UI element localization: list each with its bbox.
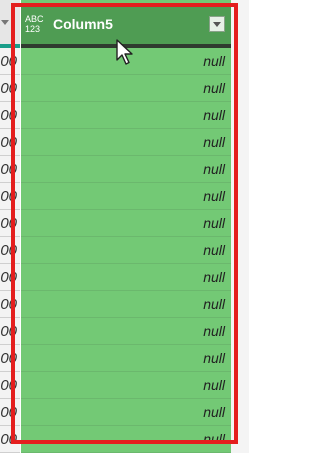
table-cell[interactable]: null	[21, 102, 231, 129]
cell-value: null	[203, 188, 225, 204]
cell-value: 00	[0, 215, 17, 232]
previous-column-cell[interactable]: 00	[0, 291, 20, 318]
cell-value: 00	[0, 269, 17, 286]
cell-value: null	[203, 377, 225, 393]
cell-value: 00	[0, 134, 17, 151]
filter-dropdown-button[interactable]	[209, 16, 225, 32]
cell-value: 00	[0, 431, 17, 448]
previous-column-cell[interactable]: 00	[0, 48, 20, 75]
table-cell[interactable]: null	[21, 291, 231, 318]
cell-value: 00	[0, 404, 17, 421]
type-icon-number: 123	[25, 24, 41, 34]
previous-column-cell[interactable]: 00	[0, 264, 20, 291]
table-cell[interactable]: null	[21, 318, 231, 345]
cell-value: null	[203, 404, 225, 420]
cell-value: null	[203, 296, 225, 312]
table-cell[interactable]: null	[21, 264, 231, 291]
previous-column-cell[interactable]: 00	[0, 399, 20, 426]
previous-column-cell[interactable]: 00	[0, 102, 20, 129]
mouse-pointer-icon	[116, 39, 133, 65]
cell-value: null	[203, 134, 225, 150]
type-icon-text: ABC	[25, 14, 44, 24]
cell-value: 00	[0, 242, 17, 259]
cell-value: null	[203, 323, 225, 339]
cell-value: null	[203, 53, 225, 69]
cell-value: null	[203, 215, 225, 231]
previous-column-cell[interactable]: 00	[0, 129, 20, 156]
table-cell[interactable]: null	[21, 75, 231, 102]
previous-column-cell[interactable]: 00	[0, 156, 20, 183]
cell-value: null	[203, 350, 225, 366]
column-title: Column5	[53, 16, 113, 32]
cell-value: 00	[0, 350, 17, 367]
previous-column-cell[interactable]: 00	[0, 426, 20, 453]
text-number-type-icon[interactable]: ABC 123	[25, 14, 47, 34]
cell-value: 00	[0, 377, 17, 394]
previous-column-header[interactable]	[0, 0, 20, 44]
table-cell[interactable]: null	[21, 372, 231, 399]
previous-column-cell[interactable]: 00	[0, 183, 20, 210]
table-cell[interactable]: null	[21, 183, 231, 210]
cell-value: null	[203, 107, 225, 123]
table-cell[interactable]: null	[21, 426, 231, 453]
previous-column: 00 00 00 00 00 00 00 00 00 00 00 00 00 00 00	[0, 0, 20, 453]
chevron-down-icon	[213, 22, 221, 27]
table-cell[interactable]: null	[21, 237, 231, 264]
cell-value: 00	[0, 53, 17, 70]
cell-value: 00	[0, 80, 17, 97]
cell-value: 00	[0, 107, 17, 124]
next-column-area	[231, 0, 249, 453]
cell-value: 00	[0, 161, 17, 178]
cell-value: 00	[0, 323, 17, 340]
cell-value: 00	[0, 296, 17, 313]
cell-value: null	[203, 242, 225, 258]
cell-value: null	[203, 161, 225, 177]
cell-value: null	[203, 269, 225, 285]
table-cell[interactable]: null	[21, 399, 231, 426]
table-cell[interactable]: null	[21, 156, 231, 183]
table-cell[interactable]: null	[21, 129, 231, 156]
column5-column[interactable]: ABC 123 Column5 null null null null null null…	[21, 0, 231, 453]
table-cell[interactable]: null	[21, 210, 231, 237]
previous-column-cell[interactable]: 00	[0, 210, 20, 237]
previous-column-cell[interactable]: 00	[0, 372, 20, 399]
chevron-down-icon[interactable]	[1, 20, 9, 25]
cell-value: null	[203, 80, 225, 96]
previous-column-cell[interactable]: 00	[0, 75, 20, 102]
cell-value: null	[203, 431, 225, 447]
previous-column-cell[interactable]: 00	[0, 345, 20, 372]
previous-column-cell[interactable]: 00	[0, 318, 20, 345]
cell-value: 00	[0, 188, 17, 205]
table-cell[interactable]: null	[21, 345, 231, 372]
previous-column-cell[interactable]: 00	[0, 237, 20, 264]
